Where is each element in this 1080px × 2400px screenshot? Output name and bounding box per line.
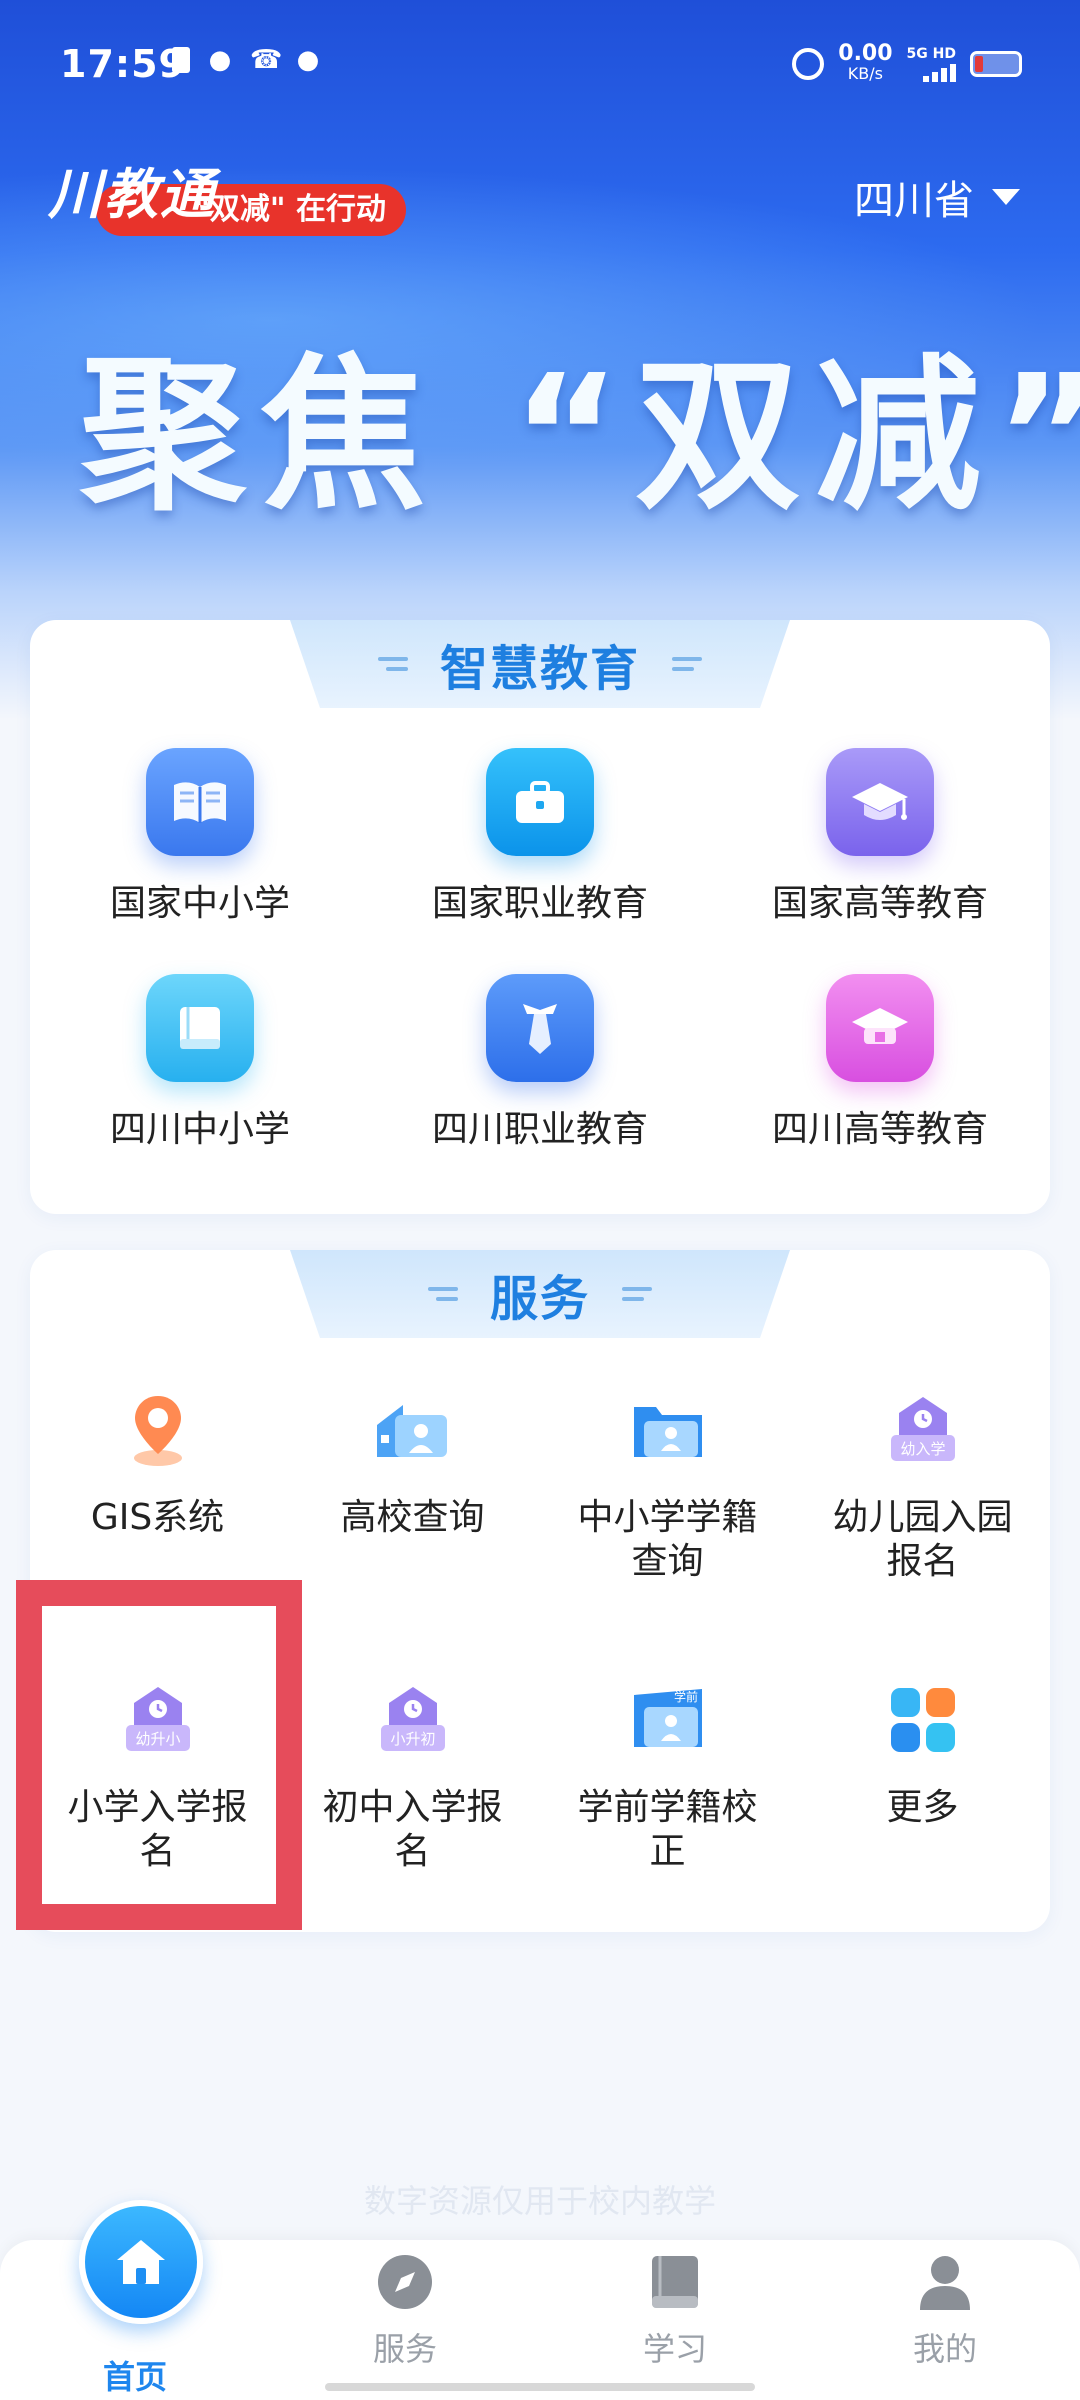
home-icon [79,2200,203,2324]
status-time: 17:59 [60,42,186,86]
grid-icon [883,1680,963,1760]
wind-deco-icon [616,1283,654,1305]
edu-item-label: 四川职业教育 [431,1109,648,1150]
services-title: 服务 [489,1271,590,1327]
signal-icon: 5G HD [907,46,956,82]
province-label: 四川省 [854,178,974,224]
folder-person-icon: 学前 [628,1680,708,1760]
person-icon [915,2252,975,2312]
service-label: 初中入学报名 [322,1787,503,1872]
tab-label: 我的 [912,2330,977,2368]
status-bar: 17:59 ● ☎ ● 0.00 KB/s 5G HD [0,0,1080,130]
compass-icon [375,2252,435,2312]
edu-item-label: 国家职业教育 [431,883,648,924]
smart-education-title: 智慧教育 [439,641,640,697]
folder-person-icon [628,1390,708,1470]
tab-label: 学习 [642,2330,707,2368]
service-badge: 幼入学 [900,1440,945,1458]
net-speed-value: 0.00 [838,41,893,66]
edu-national-higher[interactable]: 国家高等教育 [710,748,1050,926]
smart-education-grid: 国家中小学 国家职业教育 国家高等教育 四川中小学 四川职业教育 四川高等教育 [30,748,1050,1152]
home-indicator[interactable] [325,2383,755,2391]
bottom-tab-bar: 首页 服务 学习 我的 [0,2200,1080,2400]
tab-label: 首页 [102,2358,167,2396]
edu-item-label: 国家中小学 [109,883,290,924]
smart-education-card: 智慧教育 国家中小学 国家职业教育 国家高等教育 四川中小学 四川职业教育 四川… [30,620,1050,1214]
service-label: 高校查询 [340,1497,485,1538]
tab-mine[interactable]: 我的 [810,2240,1080,2400]
edu-item-label: 四川中小学 [109,1109,290,1150]
edu-national-vocational[interactable]: 国家职业教育 [370,748,710,926]
edu-sichuan-vocational[interactable]: 四川职业教育 [370,974,710,1152]
tab-study[interactable]: 学习 [540,2240,810,2400]
briefcase-icon [486,748,594,856]
grad-cap-icon [826,974,934,1082]
smart-education-header: 智慧教育 [290,620,790,708]
banner-headline: 聚焦 “双减” [80,340,1080,533]
location-pin-icon [118,1390,198,1470]
edu-national-k12[interactable]: 国家中小学 [30,748,370,926]
book-icon [645,2252,705,2312]
tab-home[interactable]: 首页 [0,2200,270,2400]
tab-label: 服务 [372,2330,437,2368]
missed-call-icon: ☎ [250,45,283,75]
school-building-icon [373,1390,453,1470]
service-preschool-status-correction[interactable]: 学前 学前学籍校正 [540,1668,795,1918]
sim-card-icon [172,47,190,73]
service-kindergarten-enroll[interactable]: 幼入学 幼儿园入园报名 [795,1378,1050,1628]
province-selector[interactable]: 四川省 [854,168,1020,226]
service-label: 更多 [886,1787,959,1828]
notification-icons: ● ☎ ● [172,46,322,74]
tie-icon [486,974,594,1082]
alarm-icon [792,48,825,80]
net-speed-unit: KB/s [847,64,883,83]
service-junior-enroll[interactable]: 小升初 初中入学报名 [285,1668,540,1918]
service-label: GIS系统 [90,1497,225,1538]
edu-item-label: 四川高等教育 [771,1109,988,1150]
service-badge: 小升初 [390,1730,435,1748]
edu-sichuan-higher[interactable]: 四川高等教育 [710,974,1050,1152]
logo-script: 川教通 [48,162,216,226]
wechat-icon: ● [208,45,232,75]
wind-deco-icon [666,653,704,675]
book-icon [146,974,254,1082]
wind-deco-icon [376,653,414,675]
service-k12-status-query[interactable]: 中小学学籍查询 [540,1378,795,1628]
message-icon: ● [296,45,320,75]
net-speed: 0.00 KB/s [838,41,893,84]
service-label: 学前学籍校正 [577,1787,758,1872]
house-clock-icon: 幼入学 [883,1390,963,1470]
graduation-cap-icon [826,748,934,856]
wind-deco-icon [426,1283,464,1305]
edu-item-label: 国家高等教育 [771,883,988,924]
services-header: 服务 [290,1250,790,1338]
service-college-query[interactable]: 高校查询 [285,1378,540,1628]
status-right: 0.00 KB/s 5G HD [792,41,1022,84]
highlight-box [16,1580,302,1930]
battery-icon [970,51,1022,77]
tab-services[interactable]: 服务 [270,2240,540,2400]
caret-down-icon [992,189,1020,205]
service-more[interactable]: 更多 [795,1668,1050,1918]
hero-banner: 17:59 ● ☎ ● 0.00 KB/s 5G HD "双减" 在行动 川教通… [0,0,1080,720]
book-open-icon [146,748,254,856]
edu-sichuan-k12[interactable]: 四川中小学 [30,974,370,1152]
house-clock-icon: 小升初 [373,1680,453,1760]
app-logo: "双减" 在行动 川教通 [44,150,406,240]
service-label: 中小学学籍查询 [577,1497,758,1582]
service-badge: 学前 [673,1689,697,1704]
network-tag: 5G HD [906,46,956,62]
service-label: 幼儿园入园报名 [832,1497,1013,1582]
